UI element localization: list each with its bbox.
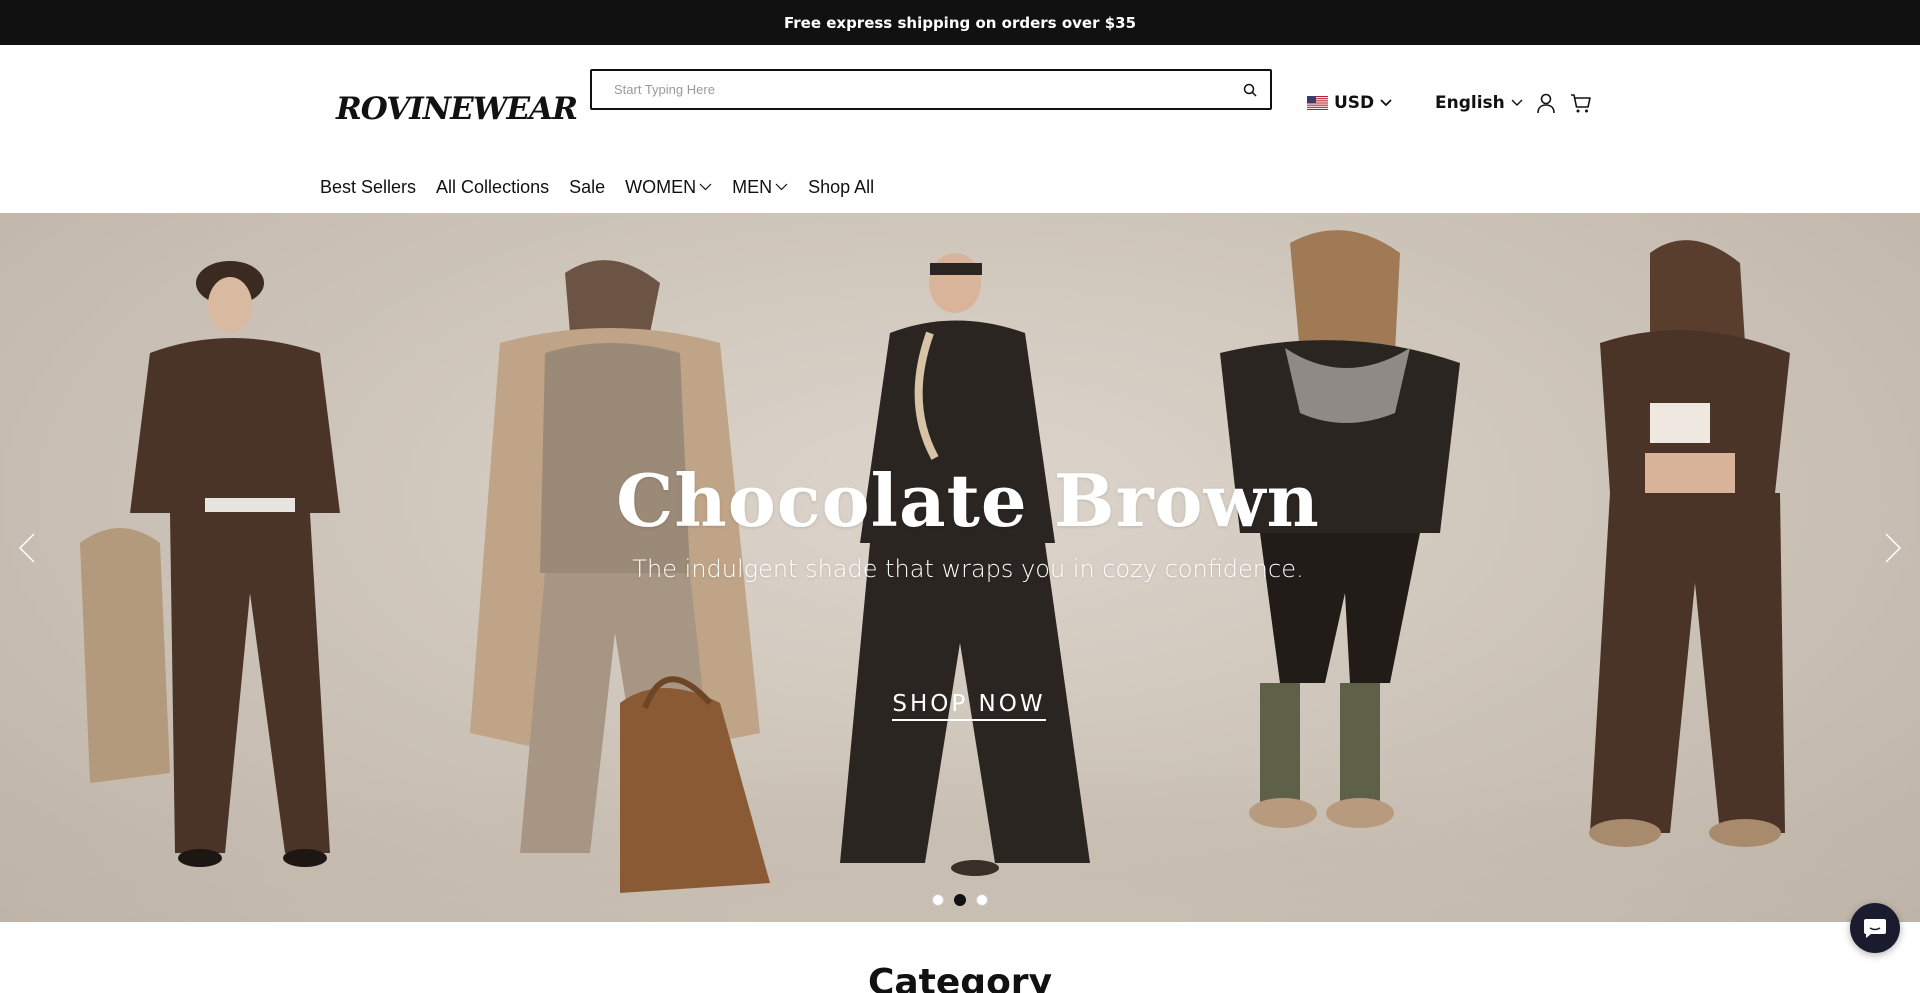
nav-item-label: MEN	[732, 176, 773, 197]
chevron-left-icon[interactable]	[12, 528, 42, 568]
chat-button[interactable]	[1850, 903, 1900, 953]
slide-dots	[932, 894, 988, 906]
slide-dot-active[interactable]	[954, 894, 966, 906]
chevron-down-icon	[1511, 99, 1523, 106]
shop-now-button[interactable]: SHOP NOW	[860, 691, 1078, 721]
chevron-down-icon	[1380, 99, 1392, 107]
nav-item-label: Sale	[569, 176, 606, 197]
chevron-down-icon	[775, 183, 788, 191]
nav-item-men[interactable]: MEN	[732, 177, 788, 198]
search-bar	[590, 69, 1272, 110]
hero-title: Chocolate Brown	[616, 458, 1320, 543]
nav-item-label: All Collections	[436, 176, 550, 197]
nav-item-label: Shop All	[808, 176, 875, 197]
user-icon[interactable]	[1533, 90, 1559, 116]
nav-item-sale[interactable]: Sale	[569, 177, 605, 198]
currency-code: USD	[1334, 93, 1375, 113]
site-header: ROVINEWEAR USD English Best Sell	[0, 45, 1920, 213]
shop-now-label: SHOP NOW	[892, 691, 1046, 721]
nav-item-label: Best Sellers	[320, 176, 417, 197]
language-selector[interactable]: English	[1435, 89, 1523, 117]
search-icon[interactable]	[1230, 71, 1270, 108]
chevron-right-icon[interactable]	[1878, 528, 1908, 568]
nav-item-all-collections[interactable]: All Collections	[436, 177, 549, 198]
hero-subtitle: The indulgent shade that wraps you in co…	[632, 555, 1304, 583]
nav-item-shop-all[interactable]: Shop All	[808, 177, 874, 198]
currency-selector[interactable]: USD	[1307, 89, 1392, 117]
chat-icon	[1864, 919, 1886, 938]
announcement-bar: Free express shipping on orders over $35	[0, 0, 1920, 45]
us-flag-icon	[1307, 96, 1328, 110]
slide-dot[interactable]	[976, 894, 988, 906]
nav-item-best-sellers[interactable]: Best Sellers	[320, 177, 416, 198]
search-input[interactable]	[592, 71, 1230, 108]
nav-item-label: WOMEN	[625, 176, 697, 197]
announcement-text: Free express shipping on orders over $35	[783, 13, 1137, 32]
category-heading: Category	[867, 962, 1053, 993]
slide-dot[interactable]	[932, 894, 944, 906]
chevron-down-icon	[699, 183, 712, 191]
model-figure	[80, 261, 340, 867]
main-nav: Best Sellers All Collections Sale WOMEN …	[320, 173, 874, 201]
cart-icon[interactable]	[1568, 90, 1594, 116]
site-logo[interactable]: ROVINEWEAR	[336, 82, 578, 136]
nav-item-women[interactable]: WOMEN	[625, 177, 712, 198]
language-label: English	[1435, 93, 1505, 113]
hero-banner: Chocolate Brown The indulgent shade that…	[0, 213, 1920, 922]
